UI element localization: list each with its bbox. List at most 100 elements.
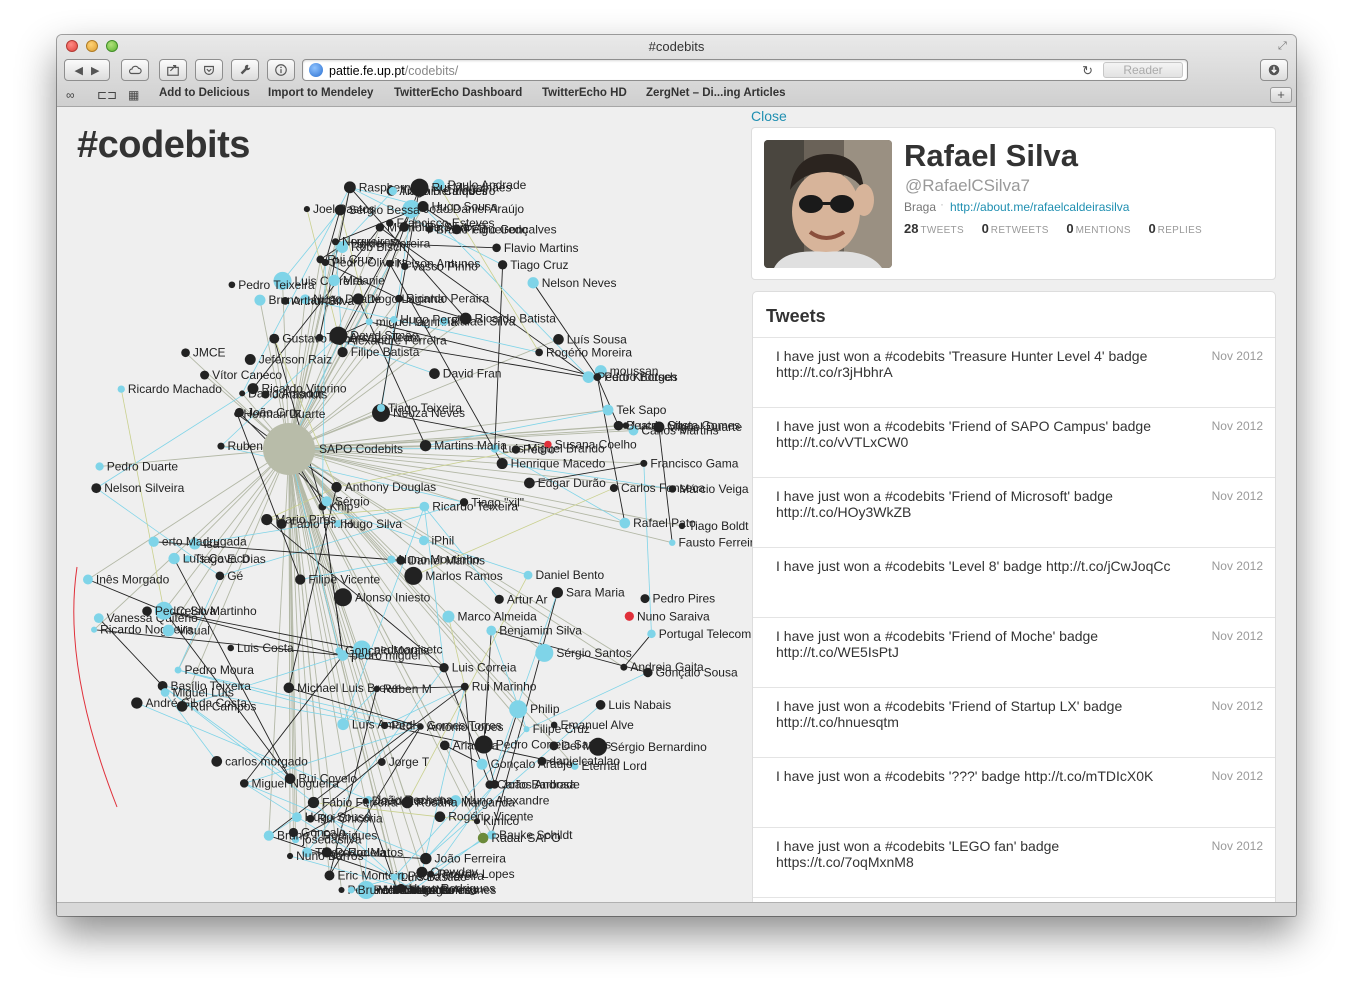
graph-node[interactable]: [460, 682, 469, 691]
bookmark-item[interactable]: TwitterEcho HD: [542, 87, 627, 99]
graph-node[interactable]: [390, 316, 398, 324]
graph-node[interactable]: [419, 440, 432, 452]
graph-node[interactable]: [387, 555, 396, 564]
graph-node[interactable]: [593, 373, 602, 381]
add-bookmark-button[interactable]: +: [1270, 87, 1292, 103]
graph-node[interactable]: [589, 737, 608, 756]
graph-node[interactable]: [315, 333, 324, 342]
graph-node[interactable]: [668, 539, 676, 546]
graph-node[interactable]: [333, 588, 352, 607]
graph-node[interactable]: [535, 643, 554, 662]
profile-url-link[interactable]: http://about.me/rafaelcaldeirasilva: [950, 200, 1129, 214]
graph-node[interactable]: [324, 870, 335, 881]
graph-node[interactable]: [640, 459, 648, 467]
graph-node[interactable]: [239, 390, 246, 397]
graph-node[interactable]: [377, 758, 386, 766]
graph-node[interactable]: [168, 552, 180, 565]
graph-node[interactable]: [477, 832, 489, 844]
bookmark-item[interactable]: Import to Mendeley: [268, 87, 373, 99]
graph-node[interactable]: [239, 779, 249, 788]
tweet-item[interactable]: I have just won a #codebits 'Friend of S…: [753, 408, 1275, 478]
graph-node[interactable]: [509, 700, 528, 719]
graph-node[interactable]: [331, 481, 342, 493]
graph-node[interactable]: [524, 477, 535, 489]
graph-node[interactable]: [439, 740, 450, 751]
graph-node[interactable]: [181, 348, 190, 358]
forward-icon[interactable]: ▶: [91, 64, 99, 77]
graph-node[interactable]: [404, 566, 423, 585]
graph-node[interactable]: [283, 682, 295, 694]
graph-node[interactable]: [486, 625, 497, 636]
bookmark-item[interactable]: Add to Delicious: [159, 87, 250, 99]
graph-node[interactable]: [420, 852, 432, 865]
tweet-item[interactable]: I have just won a #codebits 'Friend of M…: [753, 478, 1275, 548]
graph-node[interactable]: [338, 886, 345, 894]
graph-node[interactable]: [439, 663, 449, 673]
graph-node[interactable]: [176, 700, 188, 712]
graph-node[interactable]: [442, 610, 455, 623]
graph-node[interactable]: [551, 587, 563, 599]
graph-node[interactable]: [215, 571, 225, 581]
network-graph-svg[interactable]: Paulo AndradeRaspberry PiAntónio Cambeir…: [57, 107, 752, 902]
graph-node[interactable]: [148, 536, 159, 547]
graph-node[interactable]: [286, 852, 294, 860]
graph-node[interactable]: [91, 483, 102, 494]
graph-node[interactable]: [291, 812, 302, 823]
graph-node[interactable]: [653, 421, 665, 433]
graph-node[interactable]: [429, 368, 440, 380]
graph-node[interactable]: [647, 629, 656, 639]
tweet-item[interactable]: I have just won a #codebits 'Friend of M…: [753, 618, 1275, 688]
share-button[interactable]: [159, 59, 187, 81]
book-icon[interactable]: ⊏⊐: [97, 88, 117, 102]
graph-node[interactable]: [602, 404, 614, 416]
graph-node[interactable]: [281, 297, 290, 305]
graph-node[interactable]: [395, 294, 403, 303]
graph-node[interactable]: [427, 870, 435, 878]
graph-node[interactable]: [343, 181, 356, 194]
graph-node[interactable]: [553, 334, 564, 345]
graph-node[interactable]: [365, 318, 373, 326]
close-link[interactable]: Close: [751, 108, 787, 124]
graph-node[interactable]: [117, 385, 125, 393]
graph-node[interactable]: [497, 260, 508, 270]
reload-icon[interactable]: ↻: [1082, 63, 1093, 79]
graph-node[interactable]: [217, 442, 225, 450]
bookmark-item[interactable]: TwitterEcho Dashboard: [394, 87, 522, 99]
graph-node[interactable]: [331, 238, 339, 246]
graph-node[interactable]: [377, 403, 385, 412]
graph-node[interactable]: [244, 354, 256, 365]
graph-node[interactable]: [337, 718, 349, 731]
network-graph[interactable]: Paulo AndradeRaspberry PiAntónio Cambeir…: [57, 107, 752, 902]
graph-node[interactable]: [386, 259, 394, 268]
graph-node[interactable]: [307, 796, 320, 809]
graph-node[interactable]: [523, 570, 533, 580]
address-bar[interactable]: pattie.fe.up.pt/codebits/ ↻ Reader: [302, 59, 1188, 81]
graph-node[interactable]: [228, 281, 236, 289]
graph-node[interactable]: [362, 797, 369, 805]
graph-node[interactable]: [93, 613, 104, 624]
graph-node[interactable]: [306, 814, 315, 823]
tweet-item[interactable]: I have just won a #codebits 'LEGO fan' b…: [753, 828, 1275, 898]
graph-node[interactable]: [419, 501, 430, 512]
graph-node[interactable]: [83, 574, 93, 585]
graph-node[interactable]: [328, 274, 340, 287]
graph-node[interactable]: [620, 663, 628, 671]
graph-node[interactable]: [619, 517, 631, 529]
graph-node[interactable]: [624, 611, 634, 621]
graph-node[interactable]: [494, 594, 504, 604]
graph-node[interactable]: [523, 726, 530, 733]
graph-node[interactable]: [434, 811, 446, 823]
graph-node[interactable]: [459, 498, 469, 507]
graph-node[interactable]: [316, 255, 325, 264]
graph-node[interactable]: [582, 371, 595, 383]
back-icon[interactable]: ◀: [75, 64, 83, 77]
graph-node[interactable]: [174, 666, 182, 674]
graph-node[interactable]: [613, 420, 624, 431]
downloads-button[interactable]: [1260, 59, 1288, 81]
graph-node[interactable]: [303, 206, 310, 213]
graph-node[interactable]: [321, 496, 332, 507]
graph-node[interactable]: [418, 535, 429, 546]
tweet-item[interactable]: I have just won a #codebits 'Friend of S…: [753, 688, 1275, 758]
tweet-item[interactable]: I have just won a #codebits 'Treasure Hu…: [753, 338, 1275, 408]
reading-glasses-icon[interactable]: ∞: [66, 88, 75, 102]
